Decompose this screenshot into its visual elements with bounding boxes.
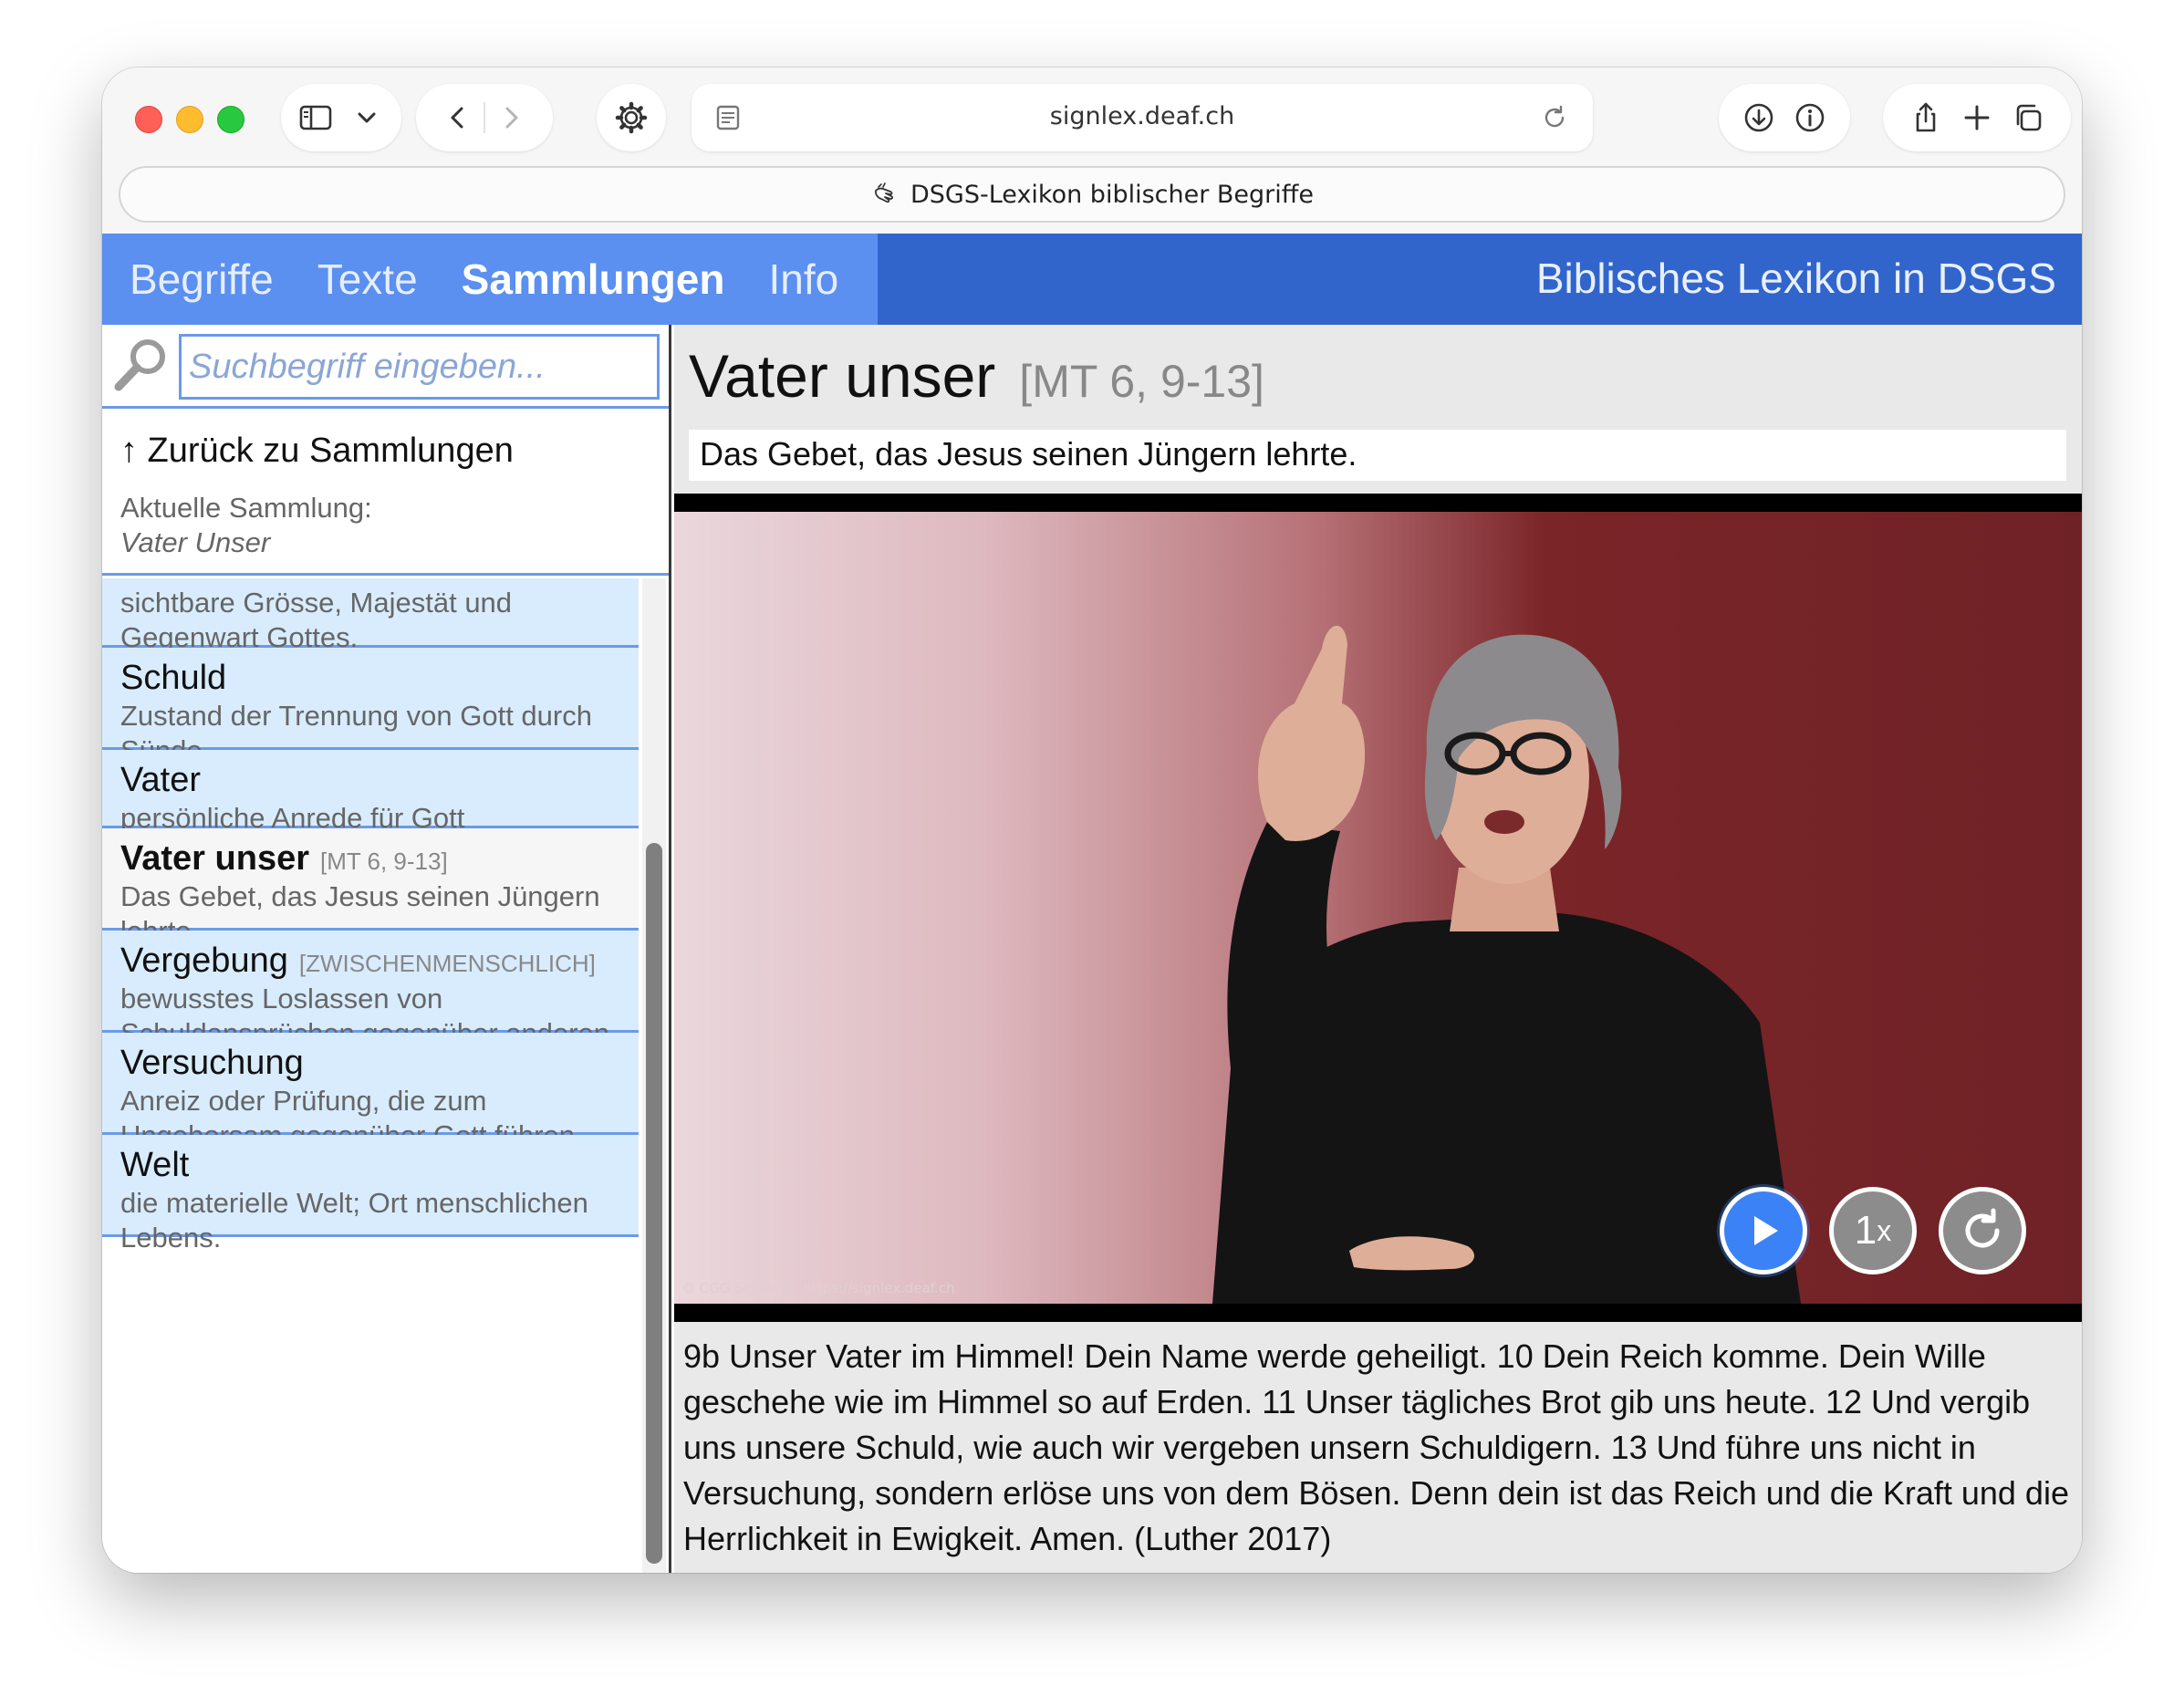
share-tabs-group [1883,84,2071,151]
browser-toolbar: signlex.deaf.ch DSGS-Lexikon biblischer … [102,68,2082,234]
minimize-window-button[interactable] [176,106,203,133]
nav-item-texte[interactable]: Texte [317,255,418,304]
site-navbar: Begriffe Texte Sammlungen Info Biblische… [102,234,2082,325]
active-tab[interactable]: DSGS-Lexikon biblischer Begriffe [119,166,2065,223]
signer-figure [1212,625,1801,1304]
page-title-ref: [MT 6, 9-13] [1019,356,1264,407]
playback-speed-button[interactable]: 1x [1829,1187,1917,1274]
back-icon[interactable] [432,92,484,143]
share-icon[interactable] [1900,92,1951,143]
list-item-vater[interactable]: Vater persönliche Anrede für Gott [102,750,639,834]
sidebar: ↑ Zurück zu Sammlungen Aktuelle Sammlung… [102,325,671,1573]
replay-icon [1957,1205,2008,1256]
info-icon[interactable] [1784,92,1836,143]
search-bar [102,325,669,409]
page-subtitle: Das Gebet, das Jesus seinen Jüngern lehr… [689,430,2066,481]
main-content: Vater unser [MT 6, 9-13] Das Gebet, das J… [674,325,2082,1573]
list-item-schuld[interactable]: Schuld Zustand der Trennung von Gott dur… [102,648,639,766]
video-watermark: © CGG Schweiz · https://signlex.deaf.ch [681,1280,955,1296]
address-bar[interactable]: signlex.deaf.ch [692,84,1593,151]
play-icon [1743,1211,1784,1251]
history-nav-group [416,84,553,151]
list-item-desc: sichtbare Grösse, Majestät und Gegenwart… [120,587,513,653]
gear-icon [606,92,657,143]
search-input[interactable] [179,334,660,400]
list-item-title: Vater [120,761,202,799]
sidebar-scrollbar[interactable] [642,578,666,1573]
sidebar-toggle-group [281,84,401,151]
download-icon[interactable] [1733,92,1784,143]
list-item-vater-unser[interactable]: Vater unser [MT 6, 9-13] Das Gebet, das J… [102,828,639,947]
list-item-versuchung[interactable]: Versuchung Anreiz oder Prüfung, die zum … [102,1033,639,1186]
tabs-icon[interactable] [2002,92,2054,143]
current-collection-name: Vater Unser [120,526,271,558]
scrollbar-thumb[interactable] [646,843,662,1564]
reload-icon[interactable] [1536,99,1573,136]
url-text: signlex.deaf.ch [1049,102,1235,130]
nav-item-sammlungen[interactable]: Sammlungen [462,255,725,304]
list-item-title: Vater unser [MT 6, 9-13] [120,839,448,878]
site-nav-menu: Begriffe Texte Sammlungen Info [102,234,878,325]
forward-icon[interactable] [485,92,536,143]
replay-button[interactable] [1939,1187,2026,1274]
nav-item-begriffe[interactable]: Begriffe [130,255,274,304]
video-player: © CGG Schweiz · https://signlex.deaf.ch … [674,494,2082,1322]
list-item-vergebung[interactable]: Vergebung [ZWISCHENMENSCHLICH] bewusstes … [102,931,639,1049]
speed-suffix: x [1877,1213,1892,1247]
list-item[interactable]: sichtbare Grösse, Majestät und Gegenwart… [102,578,639,653]
hand-icon [870,180,900,209]
search-icon [111,334,172,394]
speed-number: 1 [1854,1208,1877,1253]
verse-text: 9b Unser Vater im Himmel! Dein Name werd… [683,1337,2069,1557]
site-title: Biblisches Lexikon in DSGS [1535,255,2056,302]
sign-language-video[interactable]: © CGG Schweiz · https://signlex.deaf.ch … [674,512,2082,1304]
download-info-group [1719,84,1850,151]
settings-button[interactable] [597,84,666,151]
close-window-button[interactable] [135,106,162,133]
plus-icon[interactable] [1951,92,2002,143]
page-title: Vater unser [MT 6, 9-13] [689,342,1264,410]
browser-window: signlex.deaf.ch DSGS-Lexikon biblischer … [102,68,2082,1573]
sidebar-icon[interactable] [290,92,341,143]
list-item-title: Schuld [120,659,227,697]
collection-header: ↑ Zurück zu Sammlungen Aktuelle Sammlung… [102,411,669,576]
term-list: sichtbare Grösse, Majestät und Gegenwart… [102,578,639,1573]
current-collection-label: Aktuelle Sammlung: [120,492,372,524]
list-item-welt[interactable]: Welt die materielle Welt; Ort menschlich… [102,1135,639,1253]
window-controls [135,106,244,133]
nav-item-info[interactable]: Info [768,255,838,304]
chevron-down-icon[interactable] [341,92,392,143]
list-item-ref: [ZWISCHENMENSCHLICH] [298,950,596,977]
list-item-desc: die materielle Welt; Ort menschlichen Le… [120,1187,588,1253]
back-to-collections-link[interactable]: ↑ Zurück zu Sammlungen [120,432,514,471]
list-item-ref: [MT 6, 9-13] [320,848,448,875]
list-item-title: Welt [120,1146,190,1184]
list-item-title: Versuchung [120,1044,304,1082]
play-button[interactable] [1720,1187,1807,1274]
website-content: Begriffe Texte Sammlungen Info Biblische… [102,234,2082,1573]
tab-title: DSGS-Lexikon biblischer Begriffe [910,180,1314,209]
zoom-window-button[interactable] [217,106,244,133]
list-item-title: Vergebung [ZWISCHENMENSCHLICH] [120,941,596,980]
